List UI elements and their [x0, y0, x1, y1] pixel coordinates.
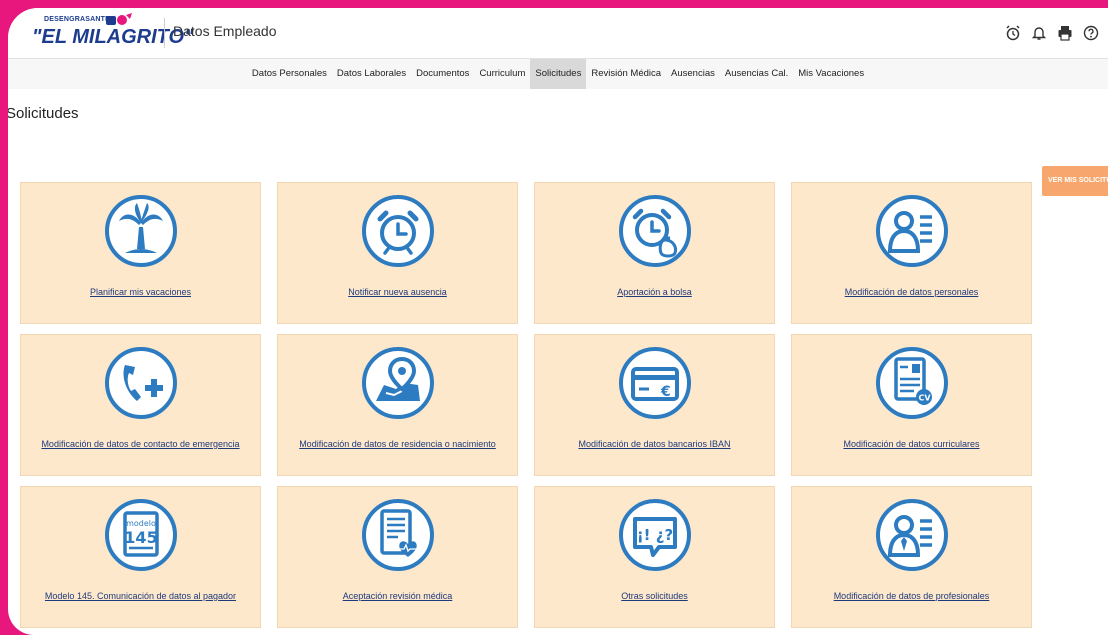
- card-label: Modificación de datos de profesionales: [833, 591, 990, 601]
- card-bank-data[interactable]: € Modificación de datos bancarios IBAN: [534, 334, 775, 476]
- tab-datos-laborales[interactable]: Datos Laborales: [332, 59, 411, 89]
- tab-ausencias[interactable]: Ausencias: [666, 59, 720, 89]
- map-pin-icon: [361, 347, 434, 419]
- clock-moneybag-icon: [618, 195, 691, 267]
- professional-person-icon: [875, 499, 948, 571]
- card-label: Aportación a bolsa: [617, 287, 692, 297]
- help-icon[interactable]: [1082, 24, 1100, 42]
- tab-ausencias-cal[interactable]: Ausencias Cal.: [720, 59, 793, 89]
- card-bag-contribution[interactable]: Aportación a bolsa: [534, 182, 775, 324]
- card-plan-vacations[interactable]: Planificar mis vacaciones: [20, 182, 261, 324]
- brand-small-text: DESENGRASANTE: [44, 16, 110, 23]
- tab-curriculum[interactable]: Curriculum: [474, 59, 530, 89]
- person-list-icon: [875, 195, 948, 267]
- card-medical-acceptance[interactable]: Aceptación revisión médica: [277, 486, 518, 628]
- svg-text:€: €: [660, 384, 671, 400]
- header-divider: [164, 18, 165, 48]
- card-label: Planificar mis vacaciones: [89, 287, 192, 297]
- card-label: Modificación de datos curriculares: [843, 439, 980, 449]
- card-label: Notificar nueva ausencia: [348, 287, 447, 297]
- bell-icon[interactable]: [1030, 24, 1048, 42]
- tab-mis-vacaciones[interactable]: Mis Vacaciones: [793, 59, 869, 89]
- card-label: Modificación de datos de contacto de eme…: [41, 439, 240, 449]
- app-frame: DESENGRASANTE "EL MILAGRITO" Datos Emple…: [8, 8, 1108, 635]
- medical-document-icon: [361, 499, 434, 571]
- logo-mascot-icon: [106, 13, 132, 25]
- phone-plus-icon: [104, 347, 177, 419]
- speech-question-icon: ¡! ¿?: [618, 499, 691, 571]
- brand-logo[interactable]: DESENGRASANTE "EL MILAGRITO": [20, 12, 194, 54]
- palm-tree-icon: [104, 195, 177, 267]
- header-icons: [1004, 24, 1100, 42]
- card-professional-data[interactable]: Modificación de datos de profesionales: [791, 486, 1032, 628]
- card-label: Modificación de datos de residencia o na…: [299, 439, 496, 449]
- top-bar: DESENGRASANTE "EL MILAGRITO" Datos Emple…: [8, 8, 1108, 59]
- employee-tabs: Datos Personales Datos Laborales Documen…: [8, 59, 1108, 89]
- card-label: Modificación de datos personales: [844, 287, 979, 297]
- card-residence-data[interactable]: Modificación de datos de residencia o na…: [277, 334, 518, 476]
- requests-grid: Planificar mis vacaciones Notificar nuev…: [20, 182, 1032, 628]
- card-notify-absence[interactable]: Notificar nueva ausencia: [277, 182, 518, 324]
- alarm-icon[interactable]: [1004, 24, 1022, 42]
- modelo-number: 145: [124, 528, 157, 547]
- other-requests-glyphs: ¡! ¿?: [636, 526, 672, 544]
- page-title: Solicitudes: [8, 105, 79, 122]
- tab-documentos[interactable]: Documentos: [411, 59, 474, 89]
- card-label: Modificación de datos bancarios IBAN: [578, 439, 731, 449]
- card-label: Modelo 145. Comunicación de datos al pag…: [44, 591, 237, 601]
- card-label: Otras solicitudes: [621, 591, 688, 601]
- view-my-requests-button[interactable]: VER MIS SOLICITUDES: [1042, 166, 1108, 196]
- svg-text:CV: CV: [918, 394, 931, 403]
- print-icon[interactable]: [1056, 24, 1074, 42]
- app-title: Datos Empleado: [173, 23, 277, 39]
- card-label: Aceptación revisión médica: [342, 591, 453, 601]
- card-personal-data[interactable]: Modificación de datos personales: [791, 182, 1032, 324]
- modelo-145-icon: modelo 145: [104, 499, 177, 571]
- card-modelo-145[interactable]: modelo 145 Modelo 145. Comunicación de d…: [20, 486, 261, 628]
- cv-document-icon: CV: [875, 347, 948, 419]
- card-cv-data[interactable]: CV Modificación de datos curriculares: [791, 334, 1032, 476]
- card-emergency-contact[interactable]: Modificación de datos de contacto de eme…: [20, 334, 261, 476]
- credit-card-icon: €: [618, 347, 691, 419]
- tab-revision-medica[interactable]: Revisión Médica: [586, 59, 666, 89]
- tab-datos-personales[interactable]: Datos Personales: [247, 59, 332, 89]
- card-other-requests[interactable]: ¡! ¿? Otras solicitudes: [534, 486, 775, 628]
- brand-name: "EL MILAGRITO": [32, 26, 194, 48]
- tab-solicitudes[interactable]: Solicitudes: [530, 59, 587, 89]
- modelo-text: modelo: [126, 519, 156, 528]
- alarm-clock-icon: [361, 195, 434, 267]
